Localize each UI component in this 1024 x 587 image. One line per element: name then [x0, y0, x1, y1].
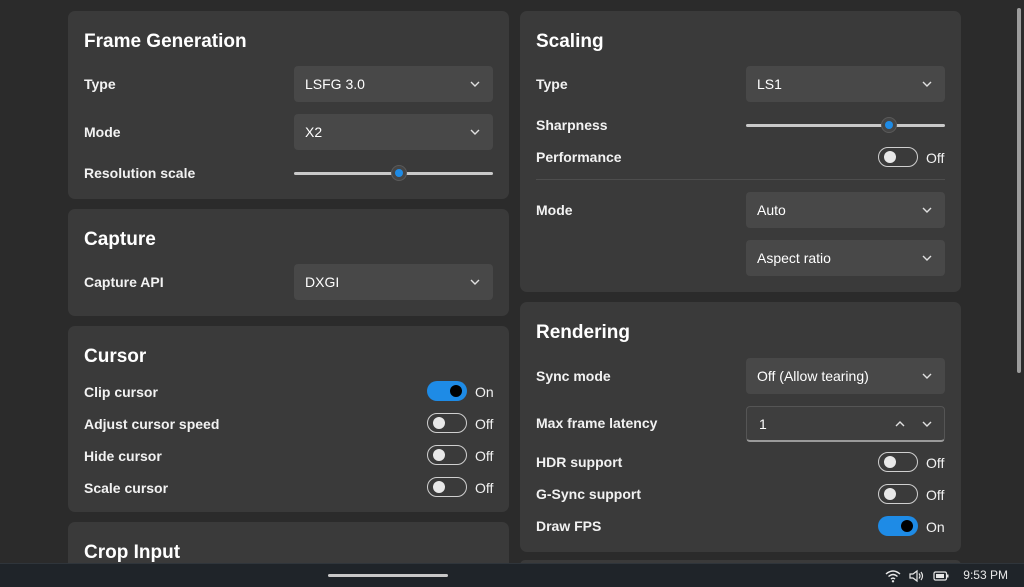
scaling-type-dropdown[interactable]: LS1: [746, 66, 945, 102]
toggle-knob: [901, 520, 913, 532]
rendering-title: Rendering: [536, 322, 630, 343]
performance-state: Off: [926, 150, 945, 166]
capture-title: Capture: [84, 229, 156, 250]
toggle-knob: [450, 385, 462, 397]
scaling-mode-dropdown[interactable]: Auto: [746, 192, 945, 228]
draw-fps-label: Draw FPS: [536, 518, 602, 534]
fg-mode-label: Mode: [84, 124, 121, 140]
scale-cursor-label: Scale cursor: [84, 480, 169, 496]
capture-card: Capture Capture API DXGI: [68, 209, 509, 316]
aspect-ratio-value: Aspect ratio: [757, 250, 831, 266]
chevron-down-icon: [922, 81, 932, 87]
draw-fps-state: On: [926, 519, 945, 535]
taskbar-clock[interactable]: 9:53 PM: [963, 568, 1008, 582]
toggle-knob: [884, 151, 896, 163]
slider-thumb[interactable]: [881, 117, 898, 133]
hdr-support-label: HDR support: [536, 454, 623, 470]
hide-cursor-toggle[interactable]: [427, 445, 467, 465]
scale-cursor-toggle[interactable]: [427, 477, 467, 497]
clip-cursor-label: Clip cursor: [84, 384, 158, 400]
fg-type-dropdown[interactable]: LSFG 3.0: [294, 66, 493, 102]
clip-cursor-toggle[interactable]: [427, 381, 467, 401]
gsync-support-toggle[interactable]: [878, 484, 918, 504]
home-indicator[interactable]: [328, 574, 448, 577]
scaling-type-value: LS1: [757, 76, 782, 92]
rendering-card: Rendering Sync mode Off (Allow tearing) …: [520, 302, 961, 552]
max-frame-latency-value: 1: [759, 415, 767, 432]
capture-api-dropdown[interactable]: DXGI: [294, 264, 493, 300]
sharpness-slider[interactable]: [746, 117, 945, 133]
gsync-support-label: G-Sync support: [536, 486, 642, 502]
scale-cursor-state: Off: [475, 480, 494, 496]
sync-mode-value: Off (Allow tearing): [757, 368, 869, 384]
performance-label: Performance: [536, 149, 622, 165]
hide-cursor-state: Off: [475, 448, 494, 464]
clip-cursor-state: On: [475, 384, 494, 400]
chevron-down-icon: [922, 373, 932, 379]
fg-mode-value: X2: [305, 124, 323, 140]
toggle-knob: [433, 417, 445, 429]
scaling-title: Scaling: [536, 31, 604, 52]
chevron-down-icon[interactable]: [921, 418, 933, 430]
fg-type-label: Type: [84, 76, 116, 92]
sharpness-label: Sharpness: [536, 117, 608, 133]
toggle-knob: [433, 481, 445, 493]
adjust-cursor-speed-label: Adjust cursor speed: [84, 416, 220, 432]
draw-fps-toggle[interactable]: [878, 516, 918, 536]
gsync-support-state: Off: [926, 487, 945, 503]
battery-icon[interactable]: [933, 569, 949, 583]
scaling-mode-label: Mode: [536, 202, 573, 218]
scaling-mode-value: Auto: [757, 202, 786, 218]
crop-input-title: Crop Input: [84, 542, 181, 563]
chevron-down-icon: [922, 207, 932, 213]
fg-resolution-scale-label: Resolution scale: [84, 165, 196, 181]
scaling-divider: [536, 179, 945, 180]
aspect-ratio-dropdown[interactable]: Aspect ratio: [746, 240, 945, 276]
fg-mode-dropdown[interactable]: X2: [294, 114, 493, 150]
frame-generation-card: Frame Generation Type LSFG 3.0 Mode X2 R…: [68, 11, 509, 199]
hdr-support-state: Off: [926, 455, 945, 471]
toggle-knob: [884, 488, 896, 500]
resolution-scale-slider[interactable]: [294, 165, 493, 181]
adjust-cursor-speed-toggle[interactable]: [427, 413, 467, 433]
cursor-card: Cursor Clip cursor On Adjust cursor spee…: [68, 326, 509, 512]
cursor-title: Cursor: [84, 346, 147, 367]
slider-thumb[interactable]: [391, 165, 408, 181]
max-frame-latency-input[interactable]: 1: [746, 406, 945, 442]
taskbar: 9:53 PM: [0, 563, 1024, 587]
slider-track: [746, 124, 945, 127]
toggle-knob: [884, 456, 896, 468]
chevron-down-icon: [470, 129, 480, 135]
capture-api-value: DXGI: [305, 274, 340, 290]
chevron-down-icon: [470, 81, 480, 87]
scrollbar[interactable]: [1017, 8, 1021, 373]
performance-toggle[interactable]: [878, 147, 918, 167]
toggle-knob: [433, 449, 445, 461]
hdr-support-toggle[interactable]: [878, 452, 918, 472]
frame-generation-title: Frame Generation: [84, 31, 247, 52]
chevron-down-icon: [470, 279, 480, 285]
adjust-cursor-speed-state: Off: [475, 416, 494, 432]
wifi-icon[interactable]: [885, 569, 901, 583]
sync-mode-dropdown[interactable]: Off (Allow tearing): [746, 358, 945, 394]
hide-cursor-label: Hide cursor: [84, 448, 162, 464]
fg-type-value: LSFG 3.0: [305, 76, 365, 92]
capture-api-label: Capture API: [84, 274, 164, 290]
chevron-up-icon[interactable]: [894, 418, 906, 430]
scaling-type-label: Type: [536, 76, 568, 92]
max-frame-latency-label: Max frame latency: [536, 415, 658, 431]
scaling-card: Scaling Type LS1 Sharpness Performance O…: [520, 11, 961, 292]
chevron-down-icon: [922, 255, 932, 261]
volume-icon[interactable]: [908, 569, 924, 583]
sync-mode-label: Sync mode: [536, 368, 611, 384]
